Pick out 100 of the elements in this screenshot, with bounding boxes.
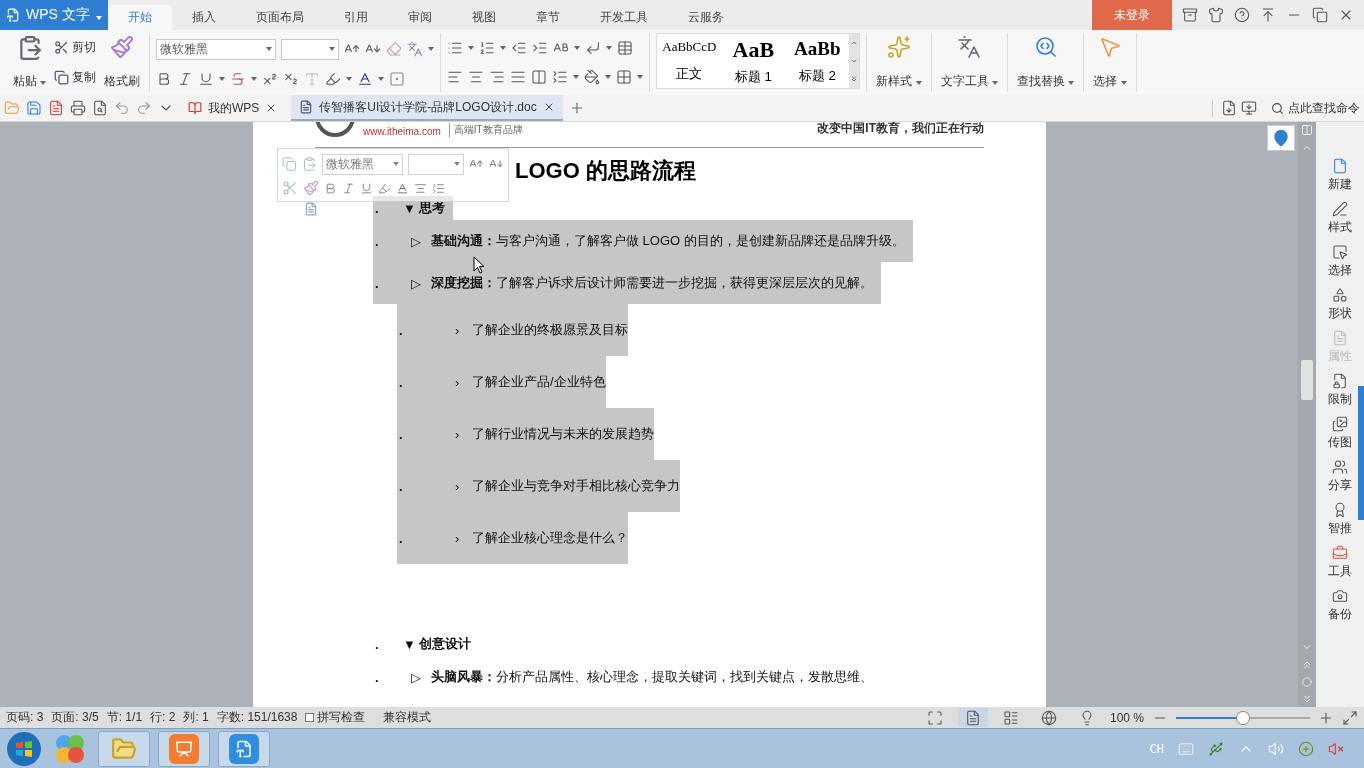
start-button[interactable]: [6, 730, 42, 767]
strikethrough-icon[interactable]: [230, 70, 247, 87]
redo-icon[interactable]: [136, 100, 152, 116]
find-replace-icon[interactable]: [1033, 35, 1058, 59]
users-icon[interactable]: [1332, 459, 1348, 475]
spell-check-toggle[interactable]: 拼写检查: [305, 709, 366, 726]
outline-view-icon[interactable]: [1002, 709, 1019, 726]
collapse-ribbon-icon[interactable]: [1260, 7, 1276, 23]
ribbon-tab[interactable]: 视图: [452, 5, 516, 30]
app-menu-button[interactable]: WPS 文字: [0, 0, 108, 30]
restore-icon[interactable]: [1312, 7, 1328, 23]
highlight-icon[interactable]: [325, 70, 342, 87]
highlight-icon[interactable]: [378, 181, 391, 195]
bold-icon[interactable]: [324, 181, 337, 195]
line-spacing-icon[interactable]: [432, 181, 445, 195]
fullscreen-icon[interactable]: [926, 709, 943, 726]
style-preset[interactable]: AaBb 标题 2: [785, 34, 850, 88]
scroll-thumb[interactable]: [1301, 360, 1313, 400]
text-tools-icon[interactable]: [957, 35, 982, 59]
toolbox-icon[interactable]: [1332, 545, 1348, 561]
location-button[interactable]: [1267, 125, 1295, 151]
print-preview-icon[interactable]: [92, 100, 108, 116]
paste-button[interactable]: 粘贴: [10, 33, 50, 92]
line-spacing-icon[interactable]: [552, 69, 569, 86]
copy-icon[interactable]: [282, 156, 297, 173]
font-color-icon[interactable]: [396, 181, 409, 195]
task-pane-button[interactable]: 形状: [1328, 287, 1352, 322]
lock-file-icon[interactable]: [1332, 373, 1348, 389]
ribbon-tab[interactable]: 开始: [108, 5, 172, 30]
underline-icon[interactable]: [198, 70, 215, 87]
task-pane-button[interactable]: 限制: [1328, 373, 1352, 408]
ribbon-tab[interactable]: 云服务: [668, 5, 744, 30]
new-file-icon[interactable]: [1332, 158, 1348, 174]
copy-button[interactable]: 复制: [53, 67, 98, 87]
numbered-list-icon[interactable]: [479, 39, 496, 56]
ribbon-tab[interactable]: 开发工具: [580, 5, 668, 30]
shapes-icon[interactable]: [1332, 287, 1348, 303]
outline-marker[interactable]: ›: [455, 322, 472, 338]
underline-icon[interactable]: [360, 181, 373, 195]
task-pane-button[interactable]: 备份: [1328, 588, 1352, 623]
outline-marker[interactable]: ›: [455, 478, 472, 494]
shirt-icon[interactable]: [1208, 7, 1224, 23]
outline-marker[interactable]: ▼: [403, 200, 419, 216]
outline-marker[interactable]: ›: [455, 426, 472, 442]
scroll-down-icon[interactable]: [850, 57, 859, 65]
award-icon[interactable]: [1332, 502, 1348, 518]
style-preset[interactable]: AaBbCcD 正文: [657, 34, 722, 88]
pane-toggle-tab[interactable]: [1358, 386, 1364, 520]
paragraph-mark-icon[interactable]: [585, 39, 602, 56]
borders-icon[interactable]: [616, 69, 633, 86]
font-color-icon[interactable]: [357, 70, 374, 87]
paragraph-options-icon[interactable]: [304, 202, 318, 216]
ribbon-tool-button[interactable]: 新样式: [873, 33, 925, 92]
backup-icon[interactable]: [1332, 588, 1348, 604]
outline-marker[interactable]: ›: [455, 374, 472, 390]
checkbox[interactable]: [305, 713, 315, 722]
table-icon[interactable]: [617, 39, 634, 56]
task-pane-button[interactable]: 工具: [1328, 545, 1352, 580]
outline-marker[interactable]: ›: [455, 530, 472, 546]
task-pane-button[interactable]: 新建: [1328, 158, 1352, 193]
page-view-icon[interactable]: [964, 709, 981, 726]
ribbon-tab[interactable]: 引用: [324, 5, 388, 30]
ribbon-tool-button[interactable]: 查找替换: [1014, 33, 1078, 92]
scroll-up-icon[interactable]: [850, 39, 859, 47]
help-icon[interactable]: [1234, 7, 1250, 23]
font-family-select[interactable]: 微软雅黑: [321, 153, 404, 175]
plus-circle-icon[interactable]: [1298, 740, 1314, 757]
gallery-scroller[interactable]: [849, 34, 860, 88]
task-pane-button[interactable]: 智推: [1328, 502, 1352, 537]
pinyin-icon[interactable]: [407, 41, 424, 57]
task-pane-button[interactable]: 分享: [1328, 459, 1352, 494]
export-icon[interactable]: [1221, 100, 1237, 116]
outline-marker[interactable]: ▼: [403, 636, 419, 652]
save-icon[interactable]: [26, 100, 42, 116]
muted-speaker-icon[interactable]: [1328, 740, 1344, 757]
previous-page-icon[interactable]: [1301, 659, 1313, 671]
ribbon-tab[interactable]: 页面布局: [236, 5, 324, 30]
view-button[interactable]: [957, 708, 988, 727]
distribute-icon[interactable]: [531, 69, 548, 86]
task-pane-button[interactable]: 选择: [1328, 244, 1352, 279]
print-icon[interactable]: [70, 100, 86, 116]
export-pdf-icon[interactable]: [48, 100, 64, 116]
paintbrush-icon[interactable]: [303, 180, 319, 197]
fill-bucket-icon[interactable]: [584, 69, 601, 86]
fit-window-icon[interactable]: [1342, 709, 1358, 726]
ribbon-tab[interactable]: 插入: [172, 5, 236, 30]
pointer-icon[interactable]: [1098, 35, 1123, 59]
task-pane-button[interactable]: 传图: [1328, 416, 1352, 451]
outline-marker[interactable]: ▷: [411, 233, 431, 249]
ribbon-tool-button[interactable]: 选择: [1090, 33, 1130, 92]
command-search-field[interactable]: 点此查找命令: [1271, 99, 1360, 117]
format-painter-button[interactable]: 格式刷: [101, 33, 144, 92]
scissors-icon[interactable]: [282, 180, 298, 197]
font-family-select[interactable]: 微软雅黑: [156, 38, 277, 60]
open-folder-icon[interactable]: [4, 100, 20, 116]
style-preset[interactable]: AaB 标题 1: [721, 34, 786, 88]
taskbar-app-button[interactable]: [218, 730, 270, 767]
ribbon-tab[interactable]: 审阅: [388, 5, 452, 30]
next-page-icon[interactable]: [1301, 693, 1313, 705]
ribbon-tool-button[interactable]: 文字工具: [937, 33, 1002, 92]
